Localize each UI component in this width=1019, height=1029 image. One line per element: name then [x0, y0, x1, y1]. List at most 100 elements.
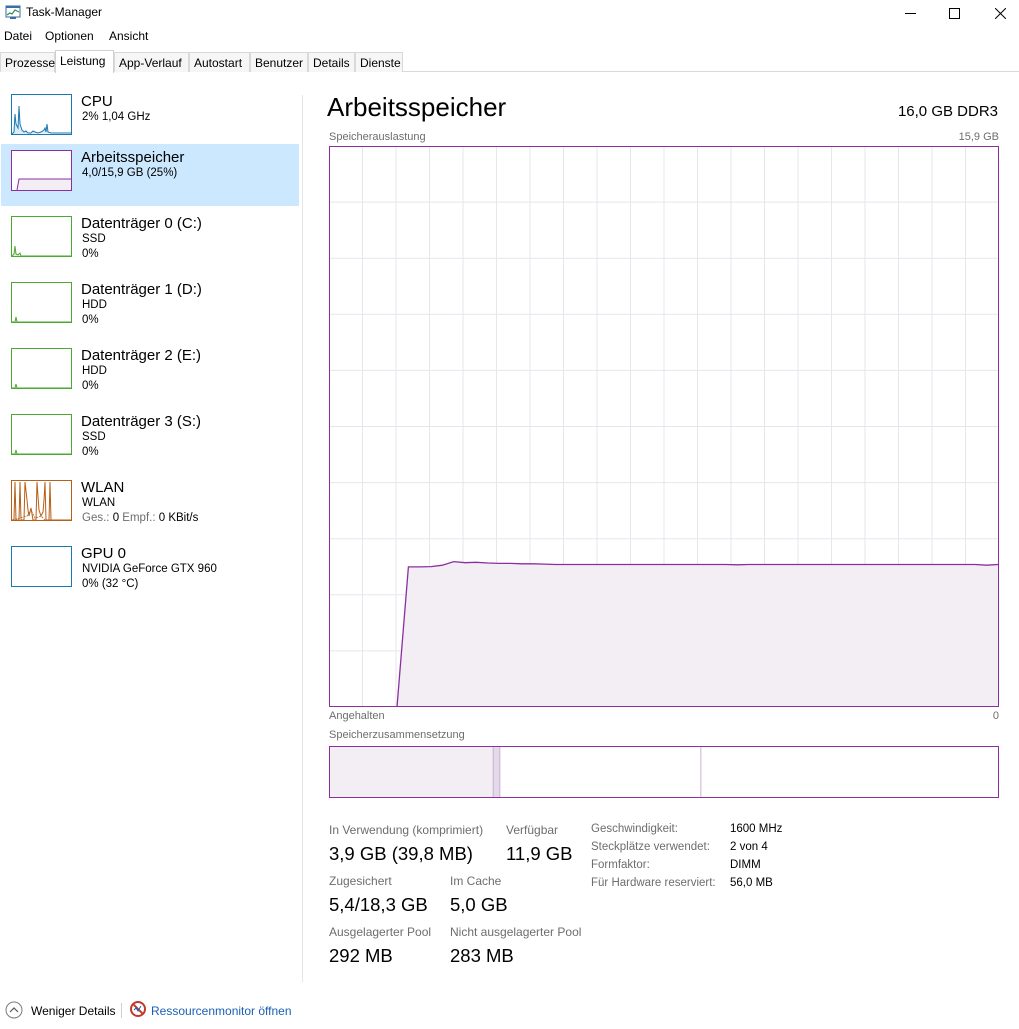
hardware-reserved-label: Für Hardware reserviert: — [591, 877, 716, 889]
speed-label: Geschwindigkeit: — [591, 823, 678, 835]
available-value: 11,9 GB — [506, 843, 573, 864]
maximize-button[interactable] — [931, 0, 977, 26]
task-manager-icon — [5, 5, 21, 19]
wlan-thumbnail-graph — [11, 480, 72, 521]
memory-composition-bar — [329, 746, 999, 798]
menu-view[interactable]: Ansicht — [109, 29, 148, 43]
fewer-details-button[interactable]: Weniger Details — [31, 1004, 115, 1018]
chevron-up-circle-icon[interactable] — [5, 1001, 23, 1019]
sidebar-item-detail: 4,0/15,9 GB (25%) — [82, 167, 178, 179]
disk-0-thumbnail-graph — [11, 216, 72, 257]
sidebar-item-usage: 0% (32 °C) — [82, 578, 139, 590]
sidebar-item-label: WLAN — [81, 479, 125, 496]
sidebar-item-label: GPU 0 — [81, 545, 127, 562]
tab-processes[interactable]: Prozesse — [0, 52, 55, 72]
sidebar-item-detail: WLAN — [82, 497, 116, 509]
receive-value: 0 KBit/s — [158, 512, 199, 524]
sidebar-item-detail: HDD — [82, 299, 107, 311]
tab-users[interactable]: Benutzer — [250, 52, 308, 72]
page-title: Arbeitsspeicher — [327, 92, 507, 122]
composition-segment-standby — [499, 746, 701, 798]
menu-file[interactable]: Datei — [4, 29, 32, 43]
cpu-thumbnail-graph — [11, 94, 72, 135]
usage-area — [397, 561, 998, 707]
footer: Weniger Details Ressourcenmonitor öffnen — [0, 998, 1019, 1024]
memory-usage-graph — [329, 146, 999, 707]
form-factor-value: DIMM — [730, 859, 761, 871]
tab-details[interactable]: Details — [308, 52, 355, 72]
slots-value: 2 von 4 — [730, 841, 768, 853]
paged-pool-value: 292 MB — [329, 945, 393, 966]
menu-options[interactable]: Optionen — [45, 29, 94, 43]
form-factor-label: Formfaktor: — [591, 859, 650, 871]
hardware-reserved-value: 56,0 MB — [730, 877, 773, 889]
speed-value: 1600 MHz — [730, 823, 783, 835]
tab-startup[interactable]: Autostart — [189, 52, 250, 72]
title-bar: Task-Manager — [0, 0, 1019, 26]
minimize-icon — [904, 12, 916, 14]
minimize-button[interactable] — [887, 0, 933, 26]
sidebar-item-label: Arbeitsspeicher — [81, 149, 185, 166]
receive-label: Empf.: — [122, 512, 156, 524]
composition-label: Speicherzusammensetzung — [329, 729, 465, 741]
disk-1-thumbnail-graph — [11, 282, 72, 323]
cached-label: Im Cache — [450, 874, 502, 888]
in-use-label: In Verwendung (komprimiert) — [329, 823, 484, 837]
memory-thumbnail-graph — [11, 150, 72, 191]
tab-services[interactable]: Dienste — [355, 52, 403, 72]
tab-performance[interactable]: Leistung — [55, 50, 114, 73]
menu-bar: Datei Optionen Ansicht — [0, 27, 1019, 45]
nonpaged-pool-value: 283 MB — [450, 945, 514, 966]
sidebar-item-throughput: Ges.: 0 Empf.: 0 KBit/s — [82, 512, 198, 524]
sidebar-item-detail: HDD — [82, 365, 107, 377]
sidebar-item-usage: 0% — [82, 446, 99, 458]
sidebar-item-disk-0[interactable]: Datenträger 0 (C:) SSD 0% — [1, 210, 299, 272]
sidebar-item-label: Datenträger 2 (E:) — [81, 347, 202, 364]
cached-value: 5,0 GB — [450, 894, 508, 915]
sidebar-item-disk-2[interactable]: Datenträger 2 (E:) HDD 0% — [1, 342, 299, 404]
open-resource-monitor-link[interactable]: Ressourcenmonitor öffnen — [151, 1004, 292, 1018]
memory-total: 16,0 GB DDR3 — [897, 103, 998, 120]
composition-segment-frei — [700, 746, 999, 798]
sidebar-item-usage: 0% — [82, 248, 99, 260]
sidebar-item-detail: SSD — [82, 233, 106, 245]
disk-3-thumbnail-graph — [11, 414, 72, 455]
graph-status-label: Angehalten — [329, 710, 385, 722]
close-button[interactable] — [977, 0, 1019, 26]
nonpaged-pool-label: Nicht ausgelagerter Pool — [450, 925, 582, 939]
tab-strip: Prozesse Leistung App-Verlauf Autostart … — [0, 50, 1019, 73]
paged-pool-label: Ausgelagerter Pool — [329, 925, 432, 939]
tab-app-history[interactable]: App-Verlauf — [114, 52, 189, 72]
in-use-value: 3,9 GB (39,8 MB) — [329, 843, 473, 864]
composition-segment-in-verwendung — [329, 746, 494, 798]
sidebar-item-detail: 2% 1,04 GHz — [82, 111, 151, 123]
sidebar-item-label: Datenträger 3 (S:) — [81, 413, 202, 430]
sidebar-item-wlan[interactable]: WLAN WLAN Ges.: 0 Empf.: 0 KBit/s — [1, 474, 299, 536]
sidebar-item-label: CPU — [81, 93, 113, 110]
committed-label: Zugesichert — [329, 874, 392, 888]
resource-monitor-icon — [130, 1001, 146, 1017]
sidebar-item-label: Datenträger 1 (D:) — [81, 281, 202, 298]
sidebar-item-usage: 0% — [82, 314, 99, 326]
send-value: 0 — [112, 512, 120, 524]
sidebar-item-disk-1[interactable]: Datenträger 1 (D:) HDD 0% — [1, 276, 299, 338]
committed-value: 5,4/18,3 GB — [329, 894, 428, 915]
slots-label: Steckplätze verwendet: — [591, 841, 710, 853]
sidebar-item-cpu[interactable]: CPU 2% 1,04 GHz — [1, 88, 299, 150]
sidebar-item-label: Datenträger 0 (C:) — [81, 215, 202, 232]
send-label: Ges.: — [82, 512, 110, 524]
close-icon — [994, 7, 1006, 19]
sidebar-item-gpu[interactable]: GPU 0 NVIDIA GeForce GTX 960 0% (32 °C) — [1, 540, 299, 602]
sidebar-item-disk-3[interactable]: Datenträger 3 (S:) SSD 0% — [1, 408, 299, 470]
sidebar-item-detail: SSD — [82, 431, 106, 443]
composition-segment-ge-ndert — [493, 746, 500, 798]
sidebar-item-memory[interactable]: Arbeitsspeicher 4,0/15,9 GB (25%) — [1, 144, 299, 206]
available-label: Verfügbar — [506, 823, 559, 837]
maximize-icon — [948, 7, 960, 19]
graph-label: Speicherauslastung — [329, 131, 426, 143]
graph-max-label: 15,9 GB — [958, 131, 999, 143]
panel-divider[interactable] — [302, 95, 303, 982]
sidebar-item-detail: NVIDIA GeForce GTX 960 — [82, 563, 217, 575]
footer-separator — [121, 1003, 122, 1018]
disk-2-thumbnail-graph — [11, 348, 72, 389]
